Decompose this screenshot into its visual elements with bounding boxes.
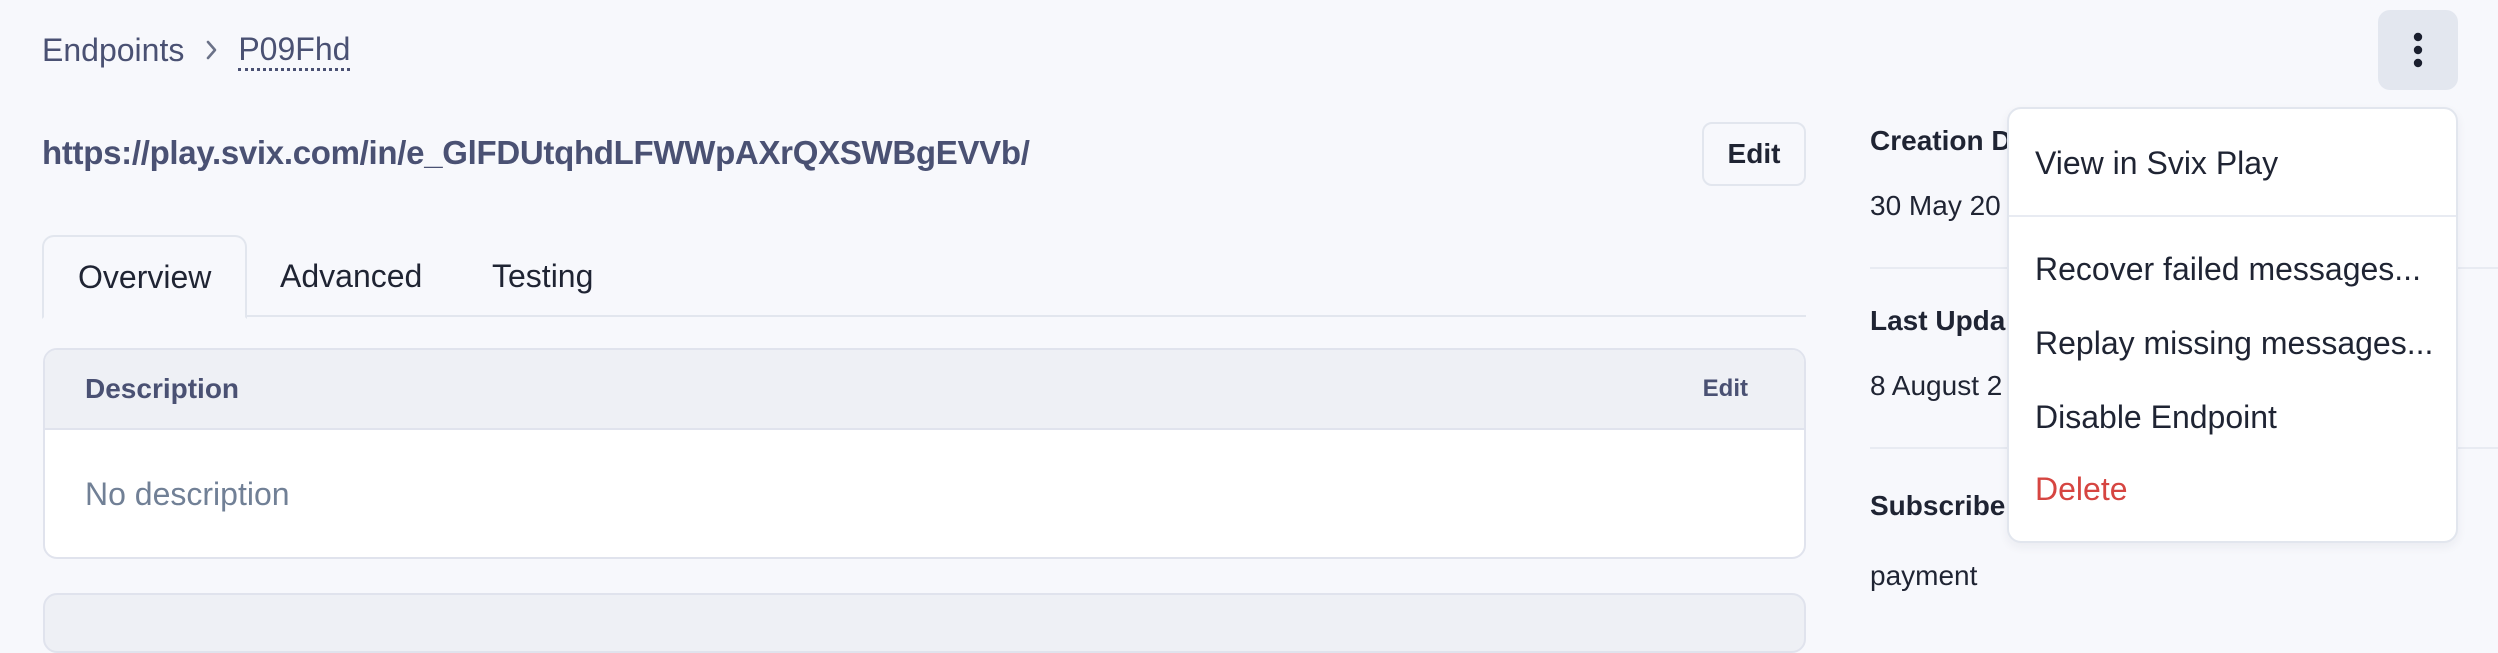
description-card-header: Description Edit bbox=[45, 350, 1804, 430]
menu-item-recover-failed-messages[interactable]: Recover failed messages... bbox=[2035, 251, 2421, 288]
tab-advanced[interactable]: Advanced bbox=[280, 235, 422, 317]
tab-overview[interactable]: Overview bbox=[42, 235, 248, 319]
edit-description-button[interactable]: Edit bbox=[1703, 375, 1748, 403]
tab-testing[interactable]: Testing bbox=[492, 235, 593, 317]
breadcrumb-current[interactable]: P09Fhd bbox=[238, 30, 351, 71]
breadcrumb-endpoints-link[interactable]: Endpoints bbox=[42, 32, 184, 69]
subscribed-events-label: Subscribe bbox=[1870, 490, 2006, 521]
subscribed-event-value: payment bbox=[1870, 560, 1978, 591]
edit-url-button[interactable]: Edit bbox=[1702, 122, 1806, 186]
creation-date-label: Creation D bbox=[1870, 125, 2012, 156]
description-text: No description bbox=[85, 475, 290, 512]
chevron-right-icon bbox=[206, 40, 218, 60]
breadcrumb: Endpoints P09Fhd bbox=[42, 28, 351, 72]
menu-item-delete[interactable]: Delete bbox=[2035, 471, 2128, 508]
menu-item-disable-endpoint[interactable]: Disable Endpoint bbox=[2035, 399, 2277, 436]
description-title: Description bbox=[85, 373, 240, 404]
next-card bbox=[43, 593, 1806, 653]
more-vertical-icon bbox=[2413, 32, 2423, 68]
creation-date-value: 30 May 20 bbox=[1870, 190, 2001, 221]
menu-item-replay-missing-messages[interactable]: Replay missing messages... bbox=[2035, 325, 2433, 362]
menu-divider bbox=[2009, 215, 2456, 217]
last-updated-value: 8 August 2 bbox=[1870, 370, 2003, 401]
more-options-button[interactable] bbox=[2378, 10, 2458, 90]
tab-bar: Overview Advanced Testing bbox=[42, 235, 1806, 319]
more-options-menu: View in Svix Play Recover failed message… bbox=[2007, 107, 2458, 543]
endpoint-url-title: https://play.svix.com/in/e_GlFDUtqhdLFWW… bbox=[42, 134, 1030, 171]
last-updated-label: Last Upda bbox=[1870, 305, 2006, 336]
description-body: No description bbox=[45, 430, 1804, 557]
menu-item-view-in-svix-play[interactable]: View in Svix Play bbox=[2035, 145, 2278, 182]
description-card: Description Edit No description bbox=[43, 348, 1806, 559]
